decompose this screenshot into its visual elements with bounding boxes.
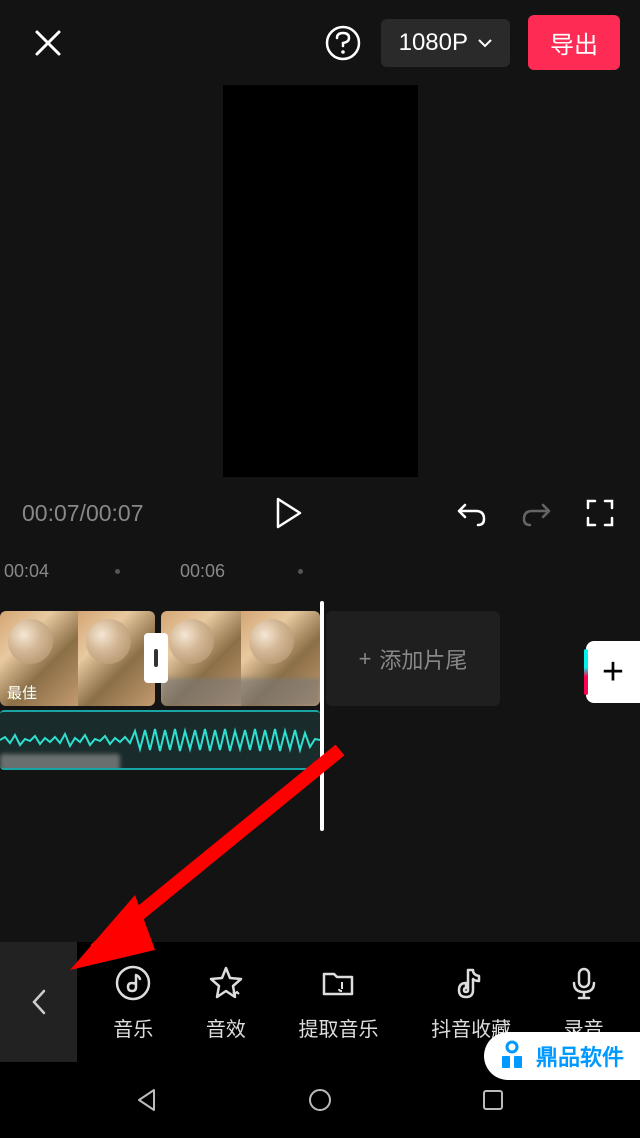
tool-label: 提取音乐 [298,1013,378,1042]
ruler-dot [298,569,303,574]
video-clip[interactable]: 最佳 [0,611,155,706]
clip-caption: 最佳 [4,681,40,704]
header-bar: 1080P 导出 [0,0,640,85]
fullscreen-icon [585,498,615,528]
triangle-back-icon [134,1087,160,1113]
export-button[interactable]: 导出 [528,15,620,70]
playhead[interactable] [320,601,324,831]
resolution-label: 1080P [399,29,468,57]
help-icon [324,24,362,62]
star-icon [206,963,246,1003]
add-tail-label: 添加片尾 [379,643,467,675]
douyin-icon [451,963,491,1003]
close-icon [33,28,63,58]
timeline-ruler[interactable]: 00:04 00:06 [0,561,640,591]
mic-icon [564,963,604,1003]
audio-waveform [0,725,320,755]
audio-track[interactable] [0,710,320,770]
chevron-left-icon [30,987,48,1017]
export-label: 导出 [550,32,598,59]
redo-button[interactable] [518,495,554,531]
tool-folder[interactable]: 提取音乐 [298,963,378,1042]
add-clip-button[interactable]: + [586,641,640,703]
ruler-mark: 00:06 [180,561,225,582]
watermark-text: 鼎品软件 [536,1040,624,1072]
fullscreen-button[interactable] [582,495,618,531]
tool-label: 音乐 [113,1013,153,1042]
nav-home-button[interactable] [304,1084,336,1116]
play-button[interactable] [270,495,306,531]
tool-douyin[interactable]: 抖音收藏 [431,963,511,1042]
redo-icon [520,499,552,527]
music-icon [113,963,153,1003]
undo-icon [456,499,488,527]
ruler-mark: 00:04 [4,561,49,582]
transport-bar: 00:07/00:07 [0,477,640,555]
resolution-selector[interactable]: 1080P [381,19,510,67]
video-preview-area [0,85,640,477]
folder-icon [318,963,358,1003]
close-button[interactable] [30,25,66,61]
plus-icon: + [359,646,372,672]
tool-star[interactable]: 音效 [206,963,246,1042]
back-button[interactable] [0,942,77,1062]
add-tail-button[interactable]: + 添加片尾 [326,611,500,706]
audio-label-blur [0,754,120,770]
play-icon [274,497,302,529]
circle-home-icon [307,1087,333,1113]
video-clip[interactable] [161,611,320,706]
nav-back-button[interactable] [131,1084,163,1116]
nav-recent-button[interactable] [477,1084,509,1116]
watermark-badge: 鼎品软件 [484,1032,640,1080]
video-canvas[interactable] [223,85,418,477]
watermark-logo-icon [496,1040,528,1072]
undo-button[interactable] [454,495,490,531]
timeline[interactable]: 最佳 + 添加片尾 + [0,611,640,841]
tool-mic[interactable]: 录音 [564,963,604,1042]
chevron-down-icon [478,38,492,48]
tool-label: 音效 [206,1013,246,1042]
tool-music[interactable]: 音乐 [113,963,153,1042]
transition-marker[interactable] [144,633,168,683]
plus-icon: + [602,651,624,694]
help-button[interactable] [323,23,363,63]
square-recent-icon [480,1087,506,1113]
ruler-dot [115,569,120,574]
